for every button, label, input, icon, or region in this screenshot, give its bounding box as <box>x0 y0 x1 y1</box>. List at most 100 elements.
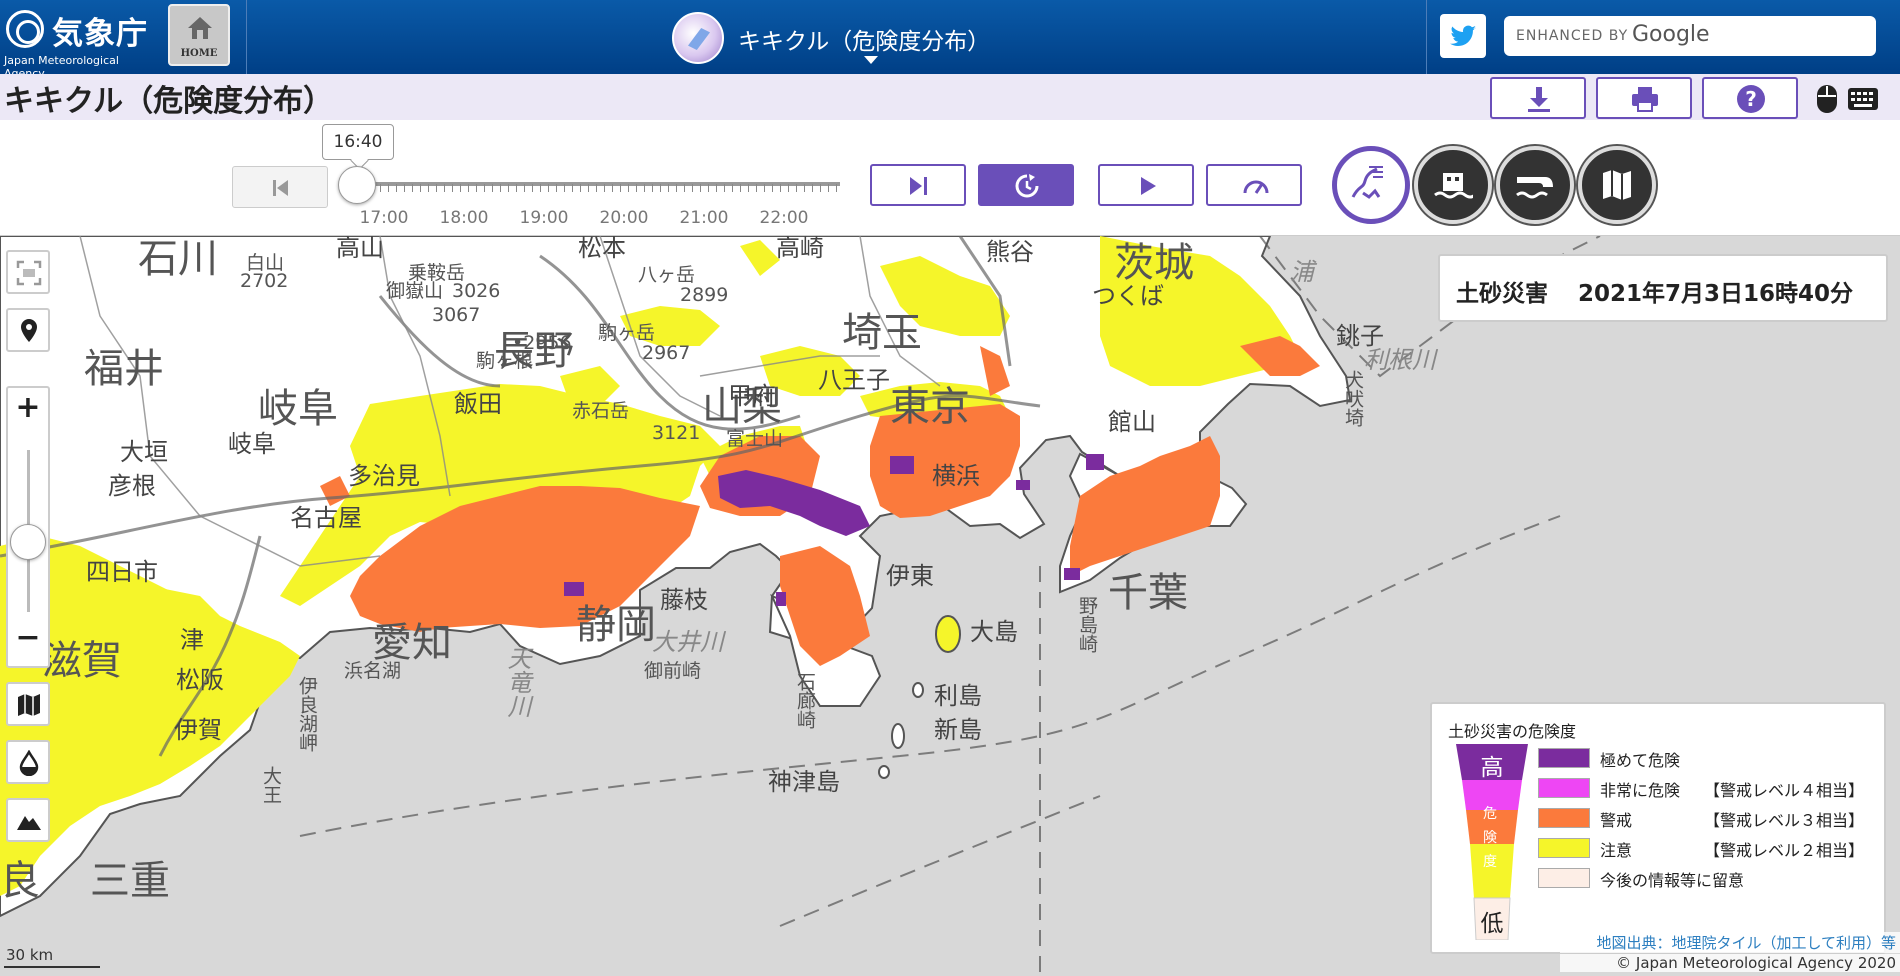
map-label-peak: 御嶽山 <box>386 280 444 302</box>
help-icon: ? <box>1737 85 1765 113</box>
map-label-water: 犬吠埼 <box>1342 370 1364 427</box>
legend-item: 極めて危険 <box>1538 746 1878 770</box>
water-drop-icon <box>19 750 39 776</box>
timeline-tick-label: 20:00 <box>599 208 649 228</box>
map-layer-button[interactable] <box>1578 146 1656 224</box>
map-label-city: 八王子 <box>818 366 890 394</box>
play-button[interactable] <box>1098 164 1194 206</box>
landslide-icon <box>1351 166 1383 199</box>
current-location-button[interactable] <box>6 308 50 352</box>
map-label-city: 大垣 <box>120 438 168 466</box>
map-label-prefecture: 三重 <box>90 858 170 904</box>
home-button[interactable]: HOME <box>168 4 230 66</box>
landslide-layer-button[interactable] <box>1332 146 1410 224</box>
refresh-clock-icon <box>1015 174 1039 198</box>
latest-button[interactable] <box>978 164 1074 206</box>
jma-logo-link[interactable]: 気象庁 Japan Meteorological Agency <box>0 0 160 80</box>
map-label-peak: 2899 <box>680 284 729 306</box>
help-button[interactable]: ? <box>1702 77 1798 119</box>
map-label-prefecture: 東京 <box>890 384 970 430</box>
flood-layer-button[interactable] <box>1496 146 1574 224</box>
chevron-down-icon <box>864 56 878 64</box>
skip-first-icon <box>273 180 288 196</box>
basemap-button[interactable] <box>6 682 50 726</box>
map-label-city: 高崎 <box>776 236 824 262</box>
legend-swatch <box>1538 838 1590 858</box>
hazard-info-box: 土砂災害 2021年7月3日16時40分 <box>1438 254 1888 322</box>
legend-label: 注意 <box>1600 841 1633 860</box>
map-label-city: 赤石岳 <box>572 400 630 422</box>
rain-overlay-button[interactable] <box>6 740 50 784</box>
legend-swatch <box>1538 868 1590 888</box>
zoom-in-button[interactable]: + <box>8 390 48 425</box>
timeline-tick-label: 22:00 <box>759 208 809 228</box>
map-label-water: 大王 <box>260 766 282 804</box>
home-label: HOME <box>180 48 218 59</box>
timeline-tick-label: 17:00 <box>359 208 409 228</box>
inundation-layer-button[interactable] <box>1414 146 1492 224</box>
map-label-water: 浜名湖 <box>344 660 402 682</box>
map-label-city: 館山 <box>1108 408 1156 436</box>
zoom-out-button[interactable]: − <box>8 620 48 655</box>
map-label-city: 伊賀 <box>174 716 222 744</box>
download-button[interactable] <box>1490 77 1586 119</box>
page-selector-label: キキクル（危険度分布） <box>738 29 991 55</box>
fullscreen-icon <box>16 260 42 286</box>
speed-button[interactable] <box>1206 164 1302 206</box>
map-icon <box>1603 170 1631 200</box>
legend-swatch <box>1538 778 1590 798</box>
scale-bar <box>4 966 100 968</box>
download-icon <box>1528 87 1550 112</box>
legend-label: 極めて危険 <box>1600 751 1681 770</box>
top-header: 気象庁 Japan Meteorological Agency HOME キキク… <box>0 0 1900 80</box>
print-button[interactable] <box>1596 77 1692 119</box>
timeline-thumb[interactable] <box>338 166 376 204</box>
map-label-city: 津 <box>180 626 204 654</box>
svg-text:?: ? <box>1745 87 1757 111</box>
legend-swatch <box>1538 748 1590 768</box>
mountain-icon <box>17 816 41 830</box>
twitter-button[interactable] <box>1440 14 1486 58</box>
terrain-button[interactable] <box>6 798 50 842</box>
mouse-icon[interactable] <box>1816 84 1838 114</box>
last-frame-button[interactable] <box>870 164 966 206</box>
search-input[interactable]: ENHANCED BY Google <box>1504 16 1876 56</box>
keyboard-icon[interactable] <box>1848 88 1878 110</box>
timeline-tick-label: 19:00 <box>519 208 569 228</box>
header-divider <box>1426 0 1427 74</box>
map-attribution-link[interactable]: 地図出典：地理院タイル（加工して利用）等 <box>1560 932 1900 953</box>
map-label-peak: 3067 <box>432 304 481 326</box>
hazard-datetime: 2021年7月3日16時40分 <box>1578 281 1854 307</box>
legend-level: 【警戒レベル２相当】 <box>1704 841 1865 860</box>
map-label-prefecture: 埼玉 <box>842 310 922 356</box>
fullscreen-button[interactable] <box>6 250 50 294</box>
first-frame-button[interactable] <box>232 166 328 208</box>
map-label-water: 浦 <box>1290 258 1314 286</box>
map-label-water: 石廊崎 <box>794 672 816 729</box>
map-label-city: 神津島 <box>768 768 840 796</box>
scale-label: 30 km <box>6 946 54 964</box>
twitter-icon <box>1450 25 1476 46</box>
map-label-city: 藤枝 <box>660 586 708 614</box>
timeline-tick-label: 18:00 <box>439 208 489 228</box>
risk-legend: 土砂災害の危険度 高 危険度 低 極めて危険 非常に危険 【警戒レベル４相当】 … <box>1430 702 1886 954</box>
map-label-city: 大島 <box>970 618 1018 646</box>
flood-icon <box>1516 177 1553 199</box>
legend-title: 土砂災害の危険度 <box>1448 722 1577 741</box>
map-label-water: 野島崎 <box>1076 596 1098 653</box>
inundation-icon <box>1434 173 1473 199</box>
legend-item: 今後の情報等に留意 <box>1538 866 1878 890</box>
map-label-city: つくば <box>1092 282 1164 310</box>
legend-swatch <box>1538 808 1590 828</box>
map-label-water: 天竜川 <box>503 646 531 718</box>
speedometer-icon <box>1243 180 1269 194</box>
legend-label: 非常に危険 <box>1600 781 1681 800</box>
zoom-thumb[interactable] <box>10 524 46 560</box>
hazard-map[interactable]: 石川 福井 岐阜 長野 山梨 埼玉 茨城 東京 静岡 愛知 千葉 滋賀 三重 良… <box>0 236 1900 976</box>
map-label-peak: 2702 <box>240 270 289 292</box>
map-label-city: 名古屋 <box>290 504 362 532</box>
timeline-tick-label: 21:00 <box>679 208 729 228</box>
jma-logo-icon <box>6 10 44 48</box>
legend-high-label: 高 <box>1480 755 1504 781</box>
legend-label: 今後の情報等に留意 <box>1600 871 1745 890</box>
